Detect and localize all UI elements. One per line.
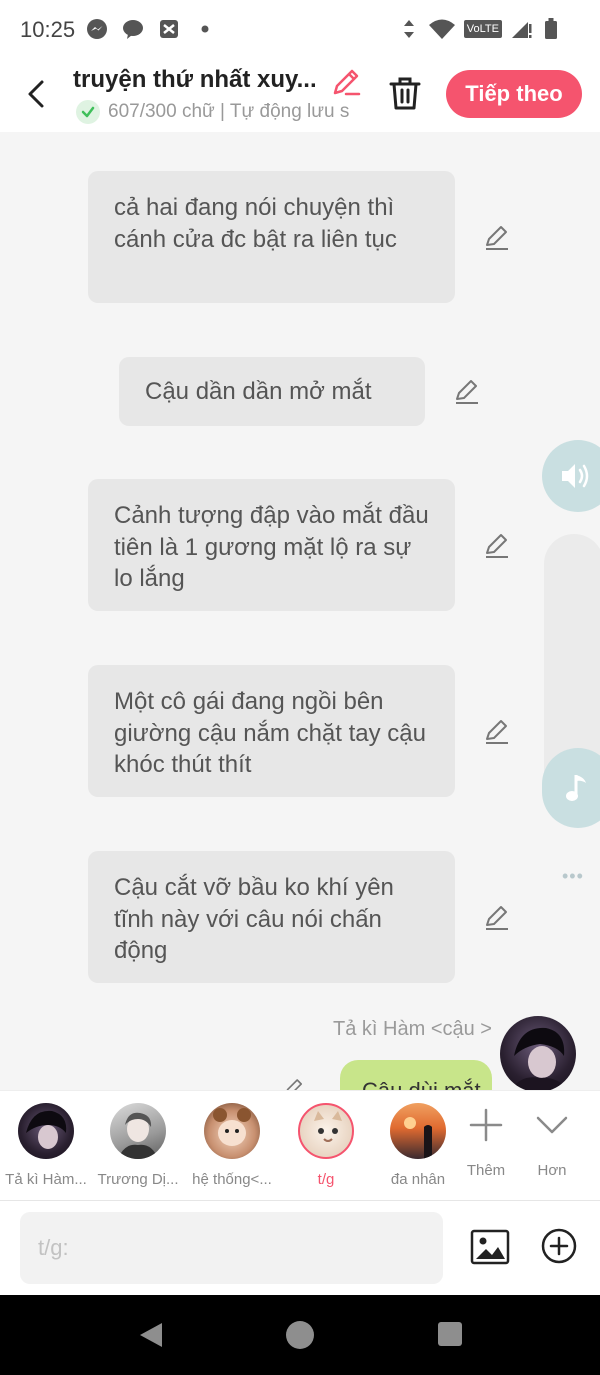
edit-message-button[interactable] [482, 716, 512, 746]
plus-icon [469, 1108, 503, 1142]
input-bar [0, 1200, 600, 1295]
story-title[interactable]: truyện thứ nhất xuy... [73, 66, 323, 94]
status-time: 10:25 [20, 17, 76, 42]
back-arrow-icon [28, 80, 44, 108]
trash-icon [389, 77, 421, 110]
delete-button[interactable] [386, 74, 424, 114]
chevron-down-icon [536, 1116, 568, 1134]
dot-icon [194, 18, 216, 40]
character-avatar [110, 1103, 166, 1159]
battery-icon [540, 18, 562, 40]
edit-message-button[interactable] [452, 376, 482, 406]
edit-message-button[interactable] [482, 530, 512, 560]
character-avatar [298, 1103, 354, 1159]
message-input[interactable] [20, 1212, 443, 1284]
nav-back-button[interactable] [138, 1321, 164, 1354]
triangle-back-icon [140, 1323, 162, 1347]
character-item[interactable]: Trương Dị... [92, 1103, 184, 1188]
message-bubble[interactable]: cả hai đang nói chuyện thì cánh cửa đc b… [88, 171, 455, 303]
nav-home-button[interactable] [286, 1321, 314, 1349]
insert-image-button[interactable] [470, 1227, 510, 1267]
add-label: Thêm [466, 1162, 506, 1179]
check-icon [76, 100, 100, 124]
image-icon [470, 1229, 510, 1265]
character-name: t/g [317, 1171, 335, 1188]
pencil-icon [456, 380, 478, 404]
character-avatar [390, 1103, 446, 1159]
next-button[interactable]: Tiếp theo [446, 70, 582, 118]
edit-message-button[interactable] [482, 902, 512, 932]
wifi-icon [428, 18, 456, 40]
more-options-icon[interactable]: ••• [562, 866, 584, 887]
more-label: Hơn [537, 1162, 567, 1179]
story-header: truyện thứ nhất xuy... 607/300 chữ | Tự … [0, 60, 600, 132]
character-name: hệ thống<... [192, 1171, 272, 1188]
message-bubble[interactable]: Cảnh tượng đập vào mắt đầu tiên là 1 gươ… [88, 479, 455, 611]
edit-message-button[interactable] [482, 222, 512, 252]
nav-recents-button[interactable] [438, 1322, 462, 1346]
message-bubble[interactable]: Cậu dần dần mở mắt [119, 357, 425, 426]
character-name: đa nhân [390, 1171, 446, 1188]
add-content-button[interactable] [540, 1227, 578, 1265]
message-bubble[interactable]: Cậu cắt vỡ bầu ko khí yên tĩnh này với c… [88, 851, 455, 983]
chat-area[interactable]: cả hai đang nói chuyện thì cánh cửa đc b… [0, 132, 600, 1090]
character-name: Tả kì Hàm... [5, 1171, 87, 1188]
speaker-name: Tả kì Hàm <cậu > [333, 1018, 492, 1040]
pencil-icon [333, 69, 361, 96]
pencil-icon [486, 534, 508, 558]
app-icon [158, 18, 180, 40]
character-item[interactable]: Tả kì Hàm... [0, 1103, 92, 1188]
chat-icon [122, 18, 144, 40]
character-item[interactable]: t/g [280, 1103, 372, 1188]
character-item[interactable]: đa nhân [372, 1103, 464, 1188]
back-button[interactable] [22, 76, 52, 112]
autosave-status: 607/300 chữ | Tự động lưu s [76, 100, 362, 124]
add-character-button[interactable]: Thêm [454, 1107, 518, 1179]
more-characters-button[interactable]: Hơn [520, 1107, 584, 1179]
speaker-avatar[interactable] [500, 1016, 576, 1090]
pencil-icon [486, 226, 508, 250]
speaker-icon [562, 464, 589, 488]
data-arrows-icon [398, 18, 420, 40]
music-button[interactable] [542, 748, 600, 828]
pencil-icon [486, 906, 508, 930]
pencil-icon [286, 1079, 302, 1090]
status-bar: 10:25 VoLTE [0, 0, 600, 60]
system-nav-bar [0, 1295, 600, 1375]
character-item[interactable]: hệ thống<... [186, 1103, 278, 1188]
plus-circle-icon [541, 1228, 577, 1264]
character-bar: Tả kì Hàm... Trương Dị... hệ thống<... t… [0, 1090, 600, 1200]
message-bubble[interactable]: Một cô gái đang ngồi bên giường cậu nắm … [88, 665, 455, 797]
pencil-icon [486, 720, 508, 744]
volte-icon: VoLTE [463, 20, 502, 38]
signal-icon [510, 18, 532, 40]
messenger-icon [86, 18, 108, 40]
character-avatar [204, 1103, 260, 1159]
edit-title-button[interactable] [330, 66, 362, 98]
character-name: Trương Dị... [97, 1171, 179, 1188]
music-note-icon [566, 775, 586, 801]
character-avatar [18, 1103, 74, 1159]
sound-button[interactable] [542, 440, 600, 512]
edit-message-button[interactable] [282, 1076, 306, 1090]
word-count-status: 607/300 chữ | Tự động lưu s [108, 101, 350, 122]
player-message-bubble[interactable]: Câu dùi mắt [340, 1060, 492, 1090]
